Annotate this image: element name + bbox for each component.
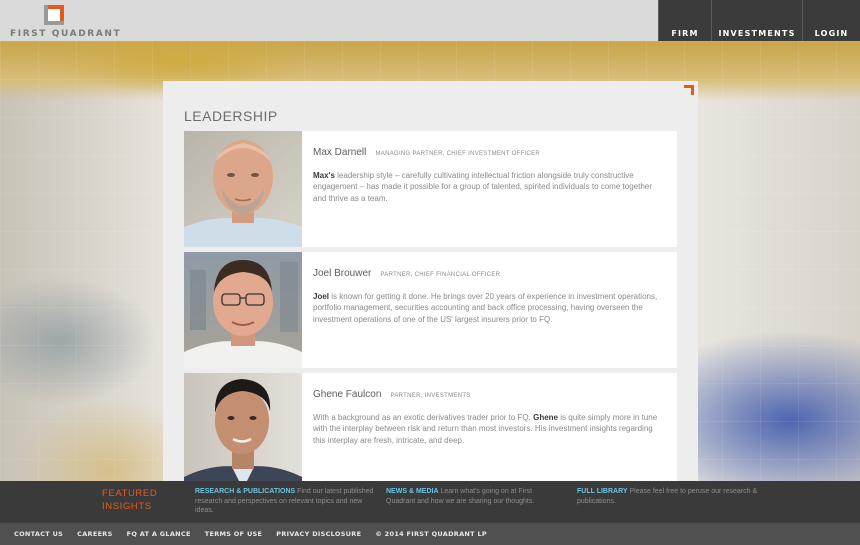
person-info: Max Darnell MANAGING PARTNER, CHIEF INVE… — [313, 140, 663, 204]
footer-link-terms[interactable]: TERMS OF USE — [205, 530, 263, 538]
person-title: MANAGING PARTNER, CHIEF INVESTMENT OFFIC… — [375, 151, 541, 157]
nav-firm[interactable]: FIRM — [658, 0, 711, 41]
person-name: Ghene Faulcon — [313, 389, 382, 400]
person-card: Ghene Faulcon PARTNER, INVESTMENTS With … — [184, 373, 677, 481]
person-photo — [184, 131, 302, 247]
bio-text: is known for getting it done. He brings … — [313, 292, 658, 324]
insight-title[interactable]: NEWS & MEDIA — [386, 488, 439, 495]
featured-label-line: INSIGHTS — [102, 501, 152, 512]
bio-highlight: Max's — [313, 171, 335, 180]
person-photo — [184, 373, 302, 481]
person-bio: Joel is known for getting it done. He br… — [313, 291, 663, 325]
site-header: FIRST QUADRANT FIRM INVESTMENTS LOGIN — [0, 0, 860, 41]
main-nav: FIRM INVESTMENTS LOGIN — [658, 0, 860, 41]
person-title: PARTNER, INVESTMENTS — [390, 393, 471, 399]
bio-text: leadership style – carefully cultivating… — [313, 171, 652, 203]
bio-highlight: Ghene — [533, 413, 559, 422]
person-card: Joel Brouwer PARTNER, CHIEF FINANCIAL OF… — [184, 252, 677, 368]
quadrant-logo-icon — [44, 5, 66, 27]
page-title: LEADERSHIP — [184, 108, 278, 124]
footer-link-privacy[interactable]: PRIVACY DISCLOSURE — [276, 530, 361, 538]
insight-library[interactable]: FULL LIBRARY Please feel free to peruse … — [577, 487, 762, 506]
copyright: © 2014 FIRST QUADRANT LP — [375, 530, 487, 538]
nav-login[interactable]: LOGIN — [802, 0, 860, 41]
person-bio: With a background as an exotic derivativ… — [313, 412, 663, 446]
person-bio: Max's leadership style – carefully culti… — [313, 170, 663, 204]
person-info: Ghene Faulcon PARTNER, INVESTMENTS With … — [313, 382, 663, 446]
footer-link-fq-at-a-glance[interactable]: FQ AT A GLANCE — [127, 530, 191, 538]
featured-label-line: FEATURED — [102, 488, 158, 499]
logo-text: FIRST QUADRANT — [10, 29, 122, 39]
bio-text: With a background as an exotic derivativ… — [313, 413, 534, 422]
insight-news[interactable]: NEWS & MEDIA Learn what's going on at Fi… — [386, 487, 561, 506]
insight-title[interactable]: FULL LIBRARY — [577, 488, 628, 495]
person-name: Max Darnell — [313, 147, 367, 158]
corner-mark-icon — [684, 85, 694, 95]
site-footer: CONTACT US CAREERS FQ AT A GLANCE TERMS … — [0, 523, 860, 545]
person-card: Max Darnell MANAGING PARTNER, CHIEF INVE… — [184, 131, 677, 247]
footer-link-careers[interactable]: CAREERS — [77, 530, 112, 538]
leadership-panel: LEADERSHIP Max Darnell MANAGING PARTNER,… — [163, 81, 698, 481]
featured-insights-bar: FEATURED INSIGHTS RESEARCH & PUBLICATION… — [0, 481, 860, 523]
person-info: Joel Brouwer PARTNER, CHIEF FINANCIAL OF… — [313, 261, 663, 325]
insight-title[interactable]: RESEARCH & PUBLICATIONS — [195, 488, 295, 495]
footer-link-contact[interactable]: CONTACT US — [14, 530, 63, 538]
person-name: Joel Brouwer — [313, 268, 372, 279]
person-title: PARTNER, CHIEF FINANCIAL OFFICER — [380, 272, 501, 278]
person-photo — [184, 252, 302, 368]
logo[interactable]: FIRST QUADRANT — [10, 5, 120, 39]
bio-highlight: Joel — [313, 292, 330, 301]
insight-research[interactable]: RESEARCH & PUBLICATIONS Find our latest … — [195, 487, 380, 516]
nav-investments[interactable]: INVESTMENTS — [711, 0, 802, 41]
featured-insights-label: FEATURED INSIGHTS — [102, 487, 172, 513]
